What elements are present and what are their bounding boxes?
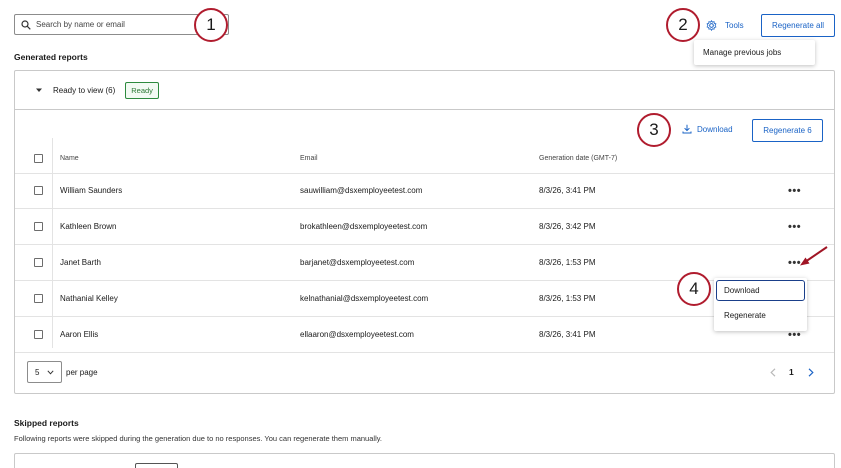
table-row: Nathanial Kelley kelnathanial@dsxemploye…	[15, 281, 834, 317]
menu-item-download[interactable]: Download	[716, 280, 805, 301]
generated-reports-heading: Generated reports	[14, 52, 88, 62]
chevron-down-icon	[47, 369, 55, 375]
table-row: Kathleen Brown brokathleen@dsxemployeete…	[15, 209, 834, 245]
current-page[interactable]: 1	[789, 367, 794, 377]
row-name: Janet Barth	[60, 258, 101, 267]
table-row: Aaron Ellis ellaaron@dsxemployeetest.com…	[15, 317, 834, 353]
search-input[interactable]	[36, 20, 216, 29]
row-email: sauwilliam@dsxemployeetest.com	[300, 186, 423, 195]
per-page-label: per page	[66, 368, 98, 377]
menu-item-manage-previous-jobs[interactable]: Manage previous jobs	[694, 40, 815, 65]
row-email: brokathleen@dsxemployeetest.com	[300, 222, 428, 231]
callout-3: 3	[637, 113, 671, 147]
row-email: ellaaron@dsxemployeetest.com	[300, 330, 414, 339]
select-all-checkbox[interactable]	[34, 154, 43, 163]
row-checkbox[interactable]	[34, 294, 43, 303]
row-date: 8/3/26, 3:42 PM	[539, 222, 596, 231]
skipped-reports-heading: Skipped reports	[14, 418, 79, 428]
tools-button[interactable]: Tools	[706, 16, 744, 34]
row-name: Nathanial Kelley	[60, 294, 118, 303]
skipped-status-badge	[135, 463, 178, 468]
pointer-arrow-icon	[800, 246, 828, 266]
row-checkbox[interactable]	[34, 186, 43, 195]
row-email: barjanet@dsxemployeetest.com	[300, 258, 415, 267]
row-date: 8/3/26, 1:53 PM	[539, 258, 596, 267]
menu-item-regenerate[interactable]: Regenerate	[716, 304, 805, 326]
chevron-right-icon[interactable]	[808, 368, 814, 377]
row-checkbox[interactable]	[34, 258, 43, 267]
row-checkbox[interactable]	[34, 222, 43, 231]
skipped-reports-panel	[14, 453, 835, 468]
row-date: 8/3/26, 3:41 PM	[539, 186, 596, 195]
table-row: Janet Barth barjanet@dsxemployeetest.com…	[15, 245, 834, 281]
group-label: Ready to view (6)	[53, 85, 116, 95]
row-checkbox[interactable]	[34, 330, 43, 339]
status-badge: Ready	[125, 81, 159, 99]
gear-icon	[706, 19, 717, 31]
column-date: Generation date (GMT-7)	[539, 155, 618, 162]
callout-1: 1	[194, 8, 228, 42]
download-icon	[682, 124, 692, 134]
row-date: 8/3/26, 1:53 PM	[539, 294, 596, 303]
column-email: Email	[300, 155, 318, 162]
per-page-select[interactable]: 5	[27, 361, 62, 383]
callout-4: 4	[677, 272, 711, 306]
row-name: Aaron Ellis	[60, 330, 99, 339]
table-header: Name Email Generation date (GMT-7)	[15, 144, 834, 174]
search-icon	[21, 19, 31, 30]
regenerate-all-button[interactable]: Regenerate all	[761, 14, 835, 37]
caret-down-icon	[36, 88, 42, 92]
tools-menu: Manage previous jobs	[694, 40, 815, 65]
row-actions-menu: Download Regenerate	[714, 278, 807, 331]
ready-group-header[interactable]: Ready to view (6) Ready	[15, 71, 834, 110]
more-actions-icon[interactable]: •••	[788, 185, 801, 197]
table-row: William Saunders sauwilliam@dsxemployeet…	[15, 173, 834, 209]
row-name: William Saunders	[60, 186, 123, 195]
column-name: Name	[60, 155, 79, 162]
download-button[interactable]: Download	[682, 124, 733, 134]
row-name: Kathleen Brown	[60, 222, 117, 231]
download-label: Download	[697, 124, 733, 134]
skipped-reports-description: Following reports were skipped during th…	[14, 434, 383, 443]
row-email: kelnathanial@dsxemployeetest.com	[300, 294, 429, 303]
per-page-value: 5	[35, 367, 40, 377]
row-date: 8/3/26, 3:41 PM	[539, 330, 596, 339]
tools-label: Tools	[725, 20, 744, 30]
callout-2: 2	[666, 8, 700, 42]
regenerate-selected-button[interactable]: Regenerate 6	[752, 119, 823, 142]
chevron-left-icon[interactable]	[770, 368, 776, 377]
more-actions-icon[interactable]: •••	[788, 221, 801, 233]
